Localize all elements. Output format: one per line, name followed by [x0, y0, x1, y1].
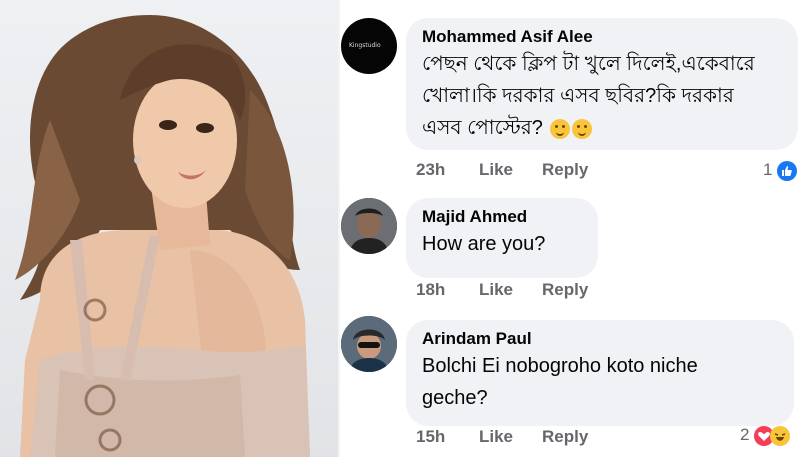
woman-portrait-image — [15, 15, 310, 457]
comment-text-tail: এসব পোস্টের? — [422, 117, 543, 139]
comment-time[interactable]: 18h — [416, 280, 445, 300]
comment-bubble: Mohammed Asif Alee পেছন থেকে ক্লিপ টা খু… — [406, 18, 798, 150]
comment-time[interactable]: 23h — [416, 160, 445, 180]
comment-text-line: খোলা।কি দরকার এসব ছবির?কি দরকার — [422, 85, 734, 107]
like-button[interactable]: Like — [479, 160, 513, 180]
reaction-summary[interactable]: 2 — [740, 425, 791, 446]
avatar[interactable] — [341, 316, 397, 372]
comment: Majid Ahmed How are you? 18h Like Reply — [340, 190, 800, 310]
comment-text-line: How are you? — [422, 233, 546, 255]
comment-bubble: Majid Ahmed How are you? — [406, 198, 598, 278]
crying-laughing-emoji-icon — [572, 118, 593, 139]
reaction-count: 2 — [740, 425, 750, 444]
reply-button[interactable]: Reply — [542, 160, 588, 180]
reaction-summary[interactable]: 1 — [763, 160, 798, 181]
like-icon — [777, 160, 798, 181]
comment-time[interactable]: 15h — [416, 427, 445, 447]
post-photo — [0, 0, 338, 457]
crying-laughing-emoji-icon — [550, 118, 571, 139]
comment-author[interactable]: Mohammed Asif Alee — [422, 26, 782, 48]
avatar[interactable] — [341, 198, 397, 254]
comments-panel: Kingstudio Mohammed Asif Alee পেছন থেকে … — [340, 0, 800, 457]
avatar-photo — [341, 316, 397, 372]
comment-text-line: Bolchi Ei nobogroho koto niche — [422, 355, 698, 377]
avatar-label: Kingstudio — [349, 42, 381, 49]
reaction-count: 1 — [763, 160, 773, 179]
reply-button[interactable]: Reply — [542, 427, 588, 447]
comment: Arindam Paul Bolchi Ei nobogroho koto ni… — [340, 310, 800, 457]
comment-author[interactable]: Arindam Paul — [422, 328, 778, 350]
avatar[interactable]: Kingstudio — [341, 18, 397, 74]
like-button[interactable]: Like — [479, 427, 513, 447]
comment-text-line: এসব পোস্টের? — [422, 112, 782, 144]
haha-icon — [770, 425, 791, 446]
comment-bubble: Arindam Paul Bolchi Ei nobogroho koto ni… — [406, 320, 794, 426]
reply-button[interactable]: Reply — [542, 280, 588, 300]
comment-text-line: geche? — [422, 387, 488, 409]
comment-text-line: পেছন থেকে ক্লিপ টা খুলে দিলেই,একেবারে — [422, 53, 755, 75]
comment-author[interactable]: Majid Ahmed — [422, 206, 582, 228]
avatar-photo — [341, 198, 397, 254]
like-button[interactable]: Like — [479, 280, 513, 300]
comment: Kingstudio Mohammed Asif Alee পেছন থেকে … — [340, 0, 800, 190]
